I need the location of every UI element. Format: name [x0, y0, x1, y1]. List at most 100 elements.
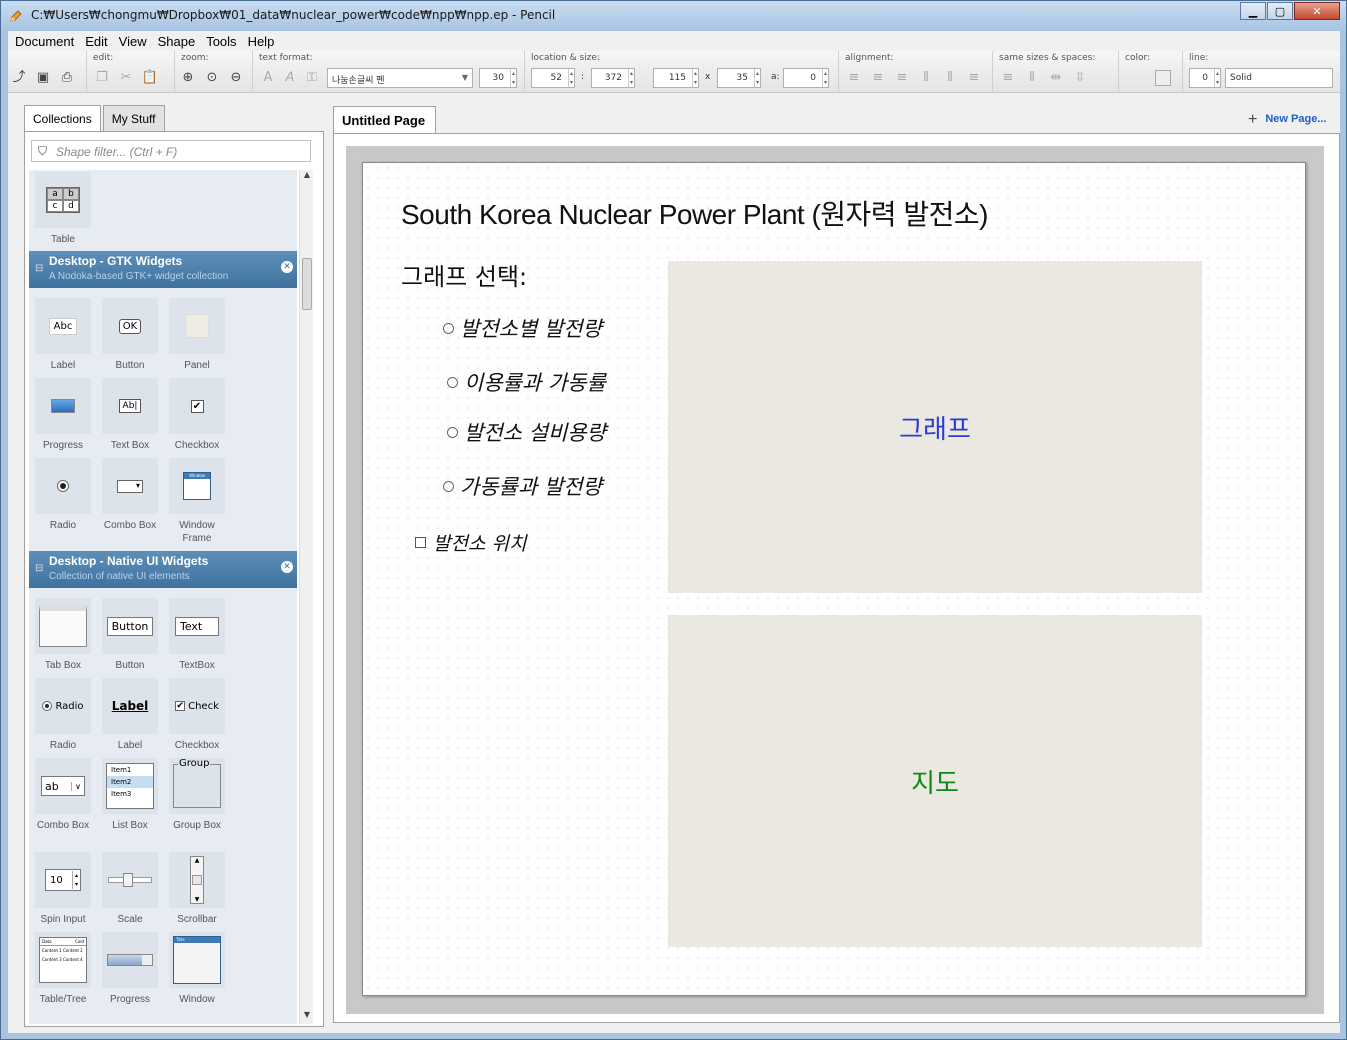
shape-native-listbox[interactable]: Item1 Item2 Item3 List Box [102, 758, 158, 832]
maximize-button[interactable]: ▢ [1267, 2, 1293, 20]
zoom-actual-icon[interactable]: ⊙ [203, 70, 221, 86]
close-icon[interactable]: ✕ [281, 561, 293, 573]
zoom-out-icon[interactable]: ⊖ [227, 70, 245, 86]
map-panel[interactable]: 지도 [668, 615, 1202, 947]
same-height-icon[interactable]: ⦀ [1023, 70, 1041, 86]
line-style-select[interactable]: Solid [1225, 68, 1333, 88]
shape-list-scrollbar[interactable]: ▲ ▼ [299, 170, 313, 1024]
text-italic-icon[interactable]: 𝘈 [281, 70, 299, 86]
cut-icon[interactable]: ✂ [117, 70, 135, 86]
table-header: Data [42, 939, 52, 944]
shape-native-scrollbar[interactable]: ▲ ▼ Scrollbar [169, 852, 225, 926]
checkbox-preview: Check [188, 700, 219, 712]
shape-native-textbox[interactable]: Text TextBox [169, 598, 225, 672]
line-label: line: [1189, 53, 1209, 63]
print-icon[interactable]: ⎙ [58, 70, 76, 86]
shape-gtk-button[interactable]: OK Button [102, 298, 158, 372]
scroll-thumb[interactable] [302, 258, 312, 310]
toolbar: ⤴ ▣ ⎙ edit: ❐ ✂ 📋 zoom: ⊕ ⊙ ⊖ text forma… [8, 51, 1340, 93]
shape-native-radio[interactable]: Radio Radio [35, 678, 91, 752]
graph-panel[interactable]: 그래프 [668, 261, 1202, 593]
shape-native-progress[interactable]: Progress [102, 932, 158, 1006]
shape-native-combo[interactable]: ab ∨ Combo Box [35, 758, 91, 832]
mockup-title[interactable]: South Korea Nuclear Power Plant (원자력 발전소… [401, 193, 988, 233]
close-button[interactable]: ✕ [1294, 2, 1340, 20]
text-lock-icon[interactable]: ⚿ [303, 70, 321, 86]
checkbox-option[interactable]: 발전소 위치 [415, 529, 526, 556]
align-middle-icon[interactable]: ⦀ [941, 70, 959, 86]
shape-native-tabletree[interactable]: Data Cold Content 1 Content 2 Content 3 C… [35, 932, 91, 1006]
minimize-button[interactable]: ▁ [1240, 2, 1266, 20]
align-right-icon[interactable]: ≡ [893, 70, 911, 86]
shape-gtk-textbox[interactable]: Ab| Text Box [102, 378, 158, 452]
collapse-icon[interactable]: ⊟ [35, 563, 43, 574]
collection-header-native[interactable]: ⊟ Desktop - Native UI Widgets Collection… [29, 551, 297, 588]
save-icon[interactable]: ▣ [34, 70, 52, 86]
paste-icon[interactable]: 📋 [141, 70, 159, 86]
shape-native-label[interactable]: Label Label [102, 678, 158, 752]
menu-help[interactable]: Help [241, 31, 279, 51]
tab-my-stuff[interactable]: My Stuff [102, 105, 165, 131]
menu-tools[interactable]: Tools [199, 31, 240, 51]
space-horizontal-icon[interactable]: ⇹ [1047, 70, 1065, 86]
line-style-value: Solid [1230, 73, 1252, 83]
shape-gtk-label[interactable]: Abc Label [35, 298, 91, 372]
mockup-subtitle[interactable]: 그래프 선택: [401, 257, 527, 292]
shape-gtk-combo[interactable]: ▾ Combo Box [102, 458, 158, 532]
font-family-select[interactable]: 나눔손글씨 펜 ▼ [327, 68, 473, 88]
open-icon[interactable]: ⤴ [10, 70, 28, 86]
shape-gtk-window-frame[interactable]: Window Window Frame [169, 458, 225, 545]
radio-option[interactable]: 이용률과 가동률 [447, 367, 606, 397]
menu-view[interactable]: View [112, 31, 151, 51]
drawing-canvas[interactable]: South Korea Nuclear Power Plant (원자력 발전소… [333, 133, 1340, 1023]
menu-document[interactable]: Document [8, 31, 78, 51]
shape-table[interactable]: a b c d Table [35, 172, 91, 246]
shape-native-tabbox[interactable]: Tab Box [35, 598, 91, 672]
shape-native-groupbox[interactable]: Group Group Box [169, 758, 225, 832]
radio-option[interactable]: 발전소별 발전량 [443, 313, 602, 343]
width-spinner[interactable]: 115 [653, 68, 699, 88]
page-paper[interactable]: South Korea Nuclear Power Plant (원자력 발전소… [362, 162, 1306, 996]
menu-edit[interactable]: Edit [78, 31, 111, 51]
collapse-icon[interactable]: ⊟ [35, 263, 43, 274]
align-center-icon[interactable]: ≡ [869, 70, 887, 86]
shape-native-checkbox[interactable]: ✔ Check Checkbox [169, 678, 225, 752]
scroll-up-icon[interactable]: ▲ [300, 170, 314, 184]
radio-option[interactable]: 가동률과 발전량 [443, 471, 602, 501]
color-swatch[interactable] [1155, 70, 1171, 86]
collection-header-gtk[interactable]: ⊟ Desktop - GTK Widgets A Nodoka-based G… [29, 251, 297, 288]
menu-bar: Document Edit View Shape Tools Help [8, 31, 1340, 51]
zoom-in-icon[interactable]: ⊕ [179, 70, 197, 86]
new-page-button[interactable]: + New Page... [1248, 111, 1326, 129]
radio-label: 가동률과 발전량 [460, 475, 602, 499]
shape-native-window[interactable]: Title Window [169, 932, 225, 1006]
same-width-icon[interactable]: ≡ [999, 70, 1017, 86]
shape-native-button[interactable]: Button Button [102, 598, 158, 672]
radio-label: 발전소별 발전량 [460, 317, 602, 341]
close-icon[interactable]: ✕ [281, 261, 293, 273]
shape-native-spin[interactable]: 10 ▴ ▾ Spin Input [35, 852, 91, 926]
shape-filter-input[interactable]: ⛉ Shape filter... (Ctrl + F) [31, 140, 311, 162]
scroll-down-icon[interactable]: ▼ [300, 1010, 314, 1024]
shape-gtk-checkbox[interactable]: ✔ Checkbox [169, 378, 225, 452]
space-vertical-icon[interactable]: ⇳ [1071, 70, 1089, 86]
tab-untitled-page[interactable]: Untitled Page [333, 106, 437, 134]
angle-spinner[interactable]: 0 [783, 68, 829, 88]
align-top-icon[interactable]: ⦀ [917, 70, 935, 86]
line-width-spinner[interactable]: 0 [1189, 68, 1221, 88]
radio-option[interactable]: 발전소 설비용량 [447, 417, 606, 447]
y-spinner[interactable]: 372 [591, 68, 635, 88]
tab-collections[interactable]: Collections [24, 105, 101, 132]
shape-native-scale[interactable]: Scale [102, 852, 158, 926]
shape-gtk-progress[interactable]: Progress [35, 378, 91, 452]
shape-gtk-panel[interactable]: Panel [169, 298, 225, 372]
align-left-icon[interactable]: ≡ [845, 70, 863, 86]
x-spinner[interactable]: 52 [531, 68, 575, 88]
align-bottom-icon[interactable]: ≡ [965, 70, 983, 86]
copy-icon[interactable]: ❐ [93, 70, 111, 86]
menu-shape[interactable]: Shape [151, 31, 200, 51]
font-size-spinner[interactable]: 30 [479, 68, 517, 88]
text-bold-icon[interactable]: A [259, 70, 277, 86]
shape-gtk-radio[interactable]: Radio [35, 458, 91, 532]
height-spinner[interactable]: 35 [717, 68, 761, 88]
